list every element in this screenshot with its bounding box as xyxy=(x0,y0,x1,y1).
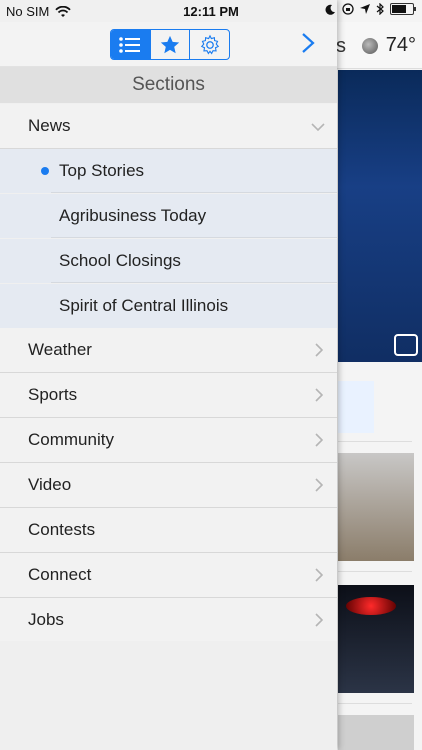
section-label: Contests xyxy=(28,520,96,539)
star-icon xyxy=(160,35,180,53)
weather-widget[interactable]: 74° xyxy=(361,34,416,57)
section-item-jobs[interactable]: Jobs xyxy=(0,598,337,643)
sections-drawer: Sections News Top Stories Agribusiness T… xyxy=(0,0,337,750)
article-thumbnail[interactable] xyxy=(338,715,414,750)
settings-tab[interactable] xyxy=(190,30,229,59)
chevron-right-icon xyxy=(315,613,324,627)
section-item-contests[interactable]: Contests xyxy=(0,508,337,553)
status-bar: No SIM 12:11 PM xyxy=(0,0,422,22)
favorites-tab[interactable] xyxy=(151,30,191,59)
moon-icon xyxy=(325,4,335,15)
section-item-news[interactable]: News xyxy=(0,104,337,149)
divider xyxy=(338,441,412,442)
section-label: Top Stories xyxy=(59,161,145,180)
selected-indicator xyxy=(41,167,49,175)
sections-tab[interactable] xyxy=(111,30,151,59)
section-label: Community xyxy=(28,430,114,449)
location-icon xyxy=(360,4,370,14)
chevron-right-icon xyxy=(315,478,324,492)
moon-icon xyxy=(361,37,378,54)
section-label: Connect xyxy=(28,565,92,584)
section-item-spirit-of-central-illinois[interactable]: Spirit of Central Illinois xyxy=(0,284,337,328)
section-label: Jobs xyxy=(28,610,64,629)
bluetooth-icon xyxy=(376,3,384,15)
section-item-weather[interactable]: Weather xyxy=(0,328,337,373)
section-label: Spirit of Central Illinois xyxy=(59,296,229,315)
section-item-video[interactable]: Video xyxy=(0,463,337,508)
section-label: Weather xyxy=(28,340,92,359)
lock-rotation-icon xyxy=(342,3,354,15)
section-item-agribusiness-today[interactable]: Agribusiness Today xyxy=(0,194,337,238)
article-thumbnail[interactable] xyxy=(338,585,414,693)
hero-video-thumbnail[interactable] xyxy=(338,70,422,362)
section-item-sports[interactable]: Sports xyxy=(0,373,337,418)
chevron-right-icon xyxy=(315,343,324,357)
temperature: 74° xyxy=(385,34,416,56)
section-label: Agribusiness Today xyxy=(59,206,207,225)
chevron-right-icon xyxy=(315,568,324,582)
chevron-right-icon xyxy=(315,433,324,447)
chevron-right-icon xyxy=(302,33,315,53)
section-label: News xyxy=(28,116,71,135)
video-icon xyxy=(394,334,418,356)
close-drawer-button[interactable] xyxy=(296,31,320,55)
section-label: Video xyxy=(28,475,72,494)
section-item-community[interactable]: Community xyxy=(0,418,337,463)
ad-banner[interactable] xyxy=(338,381,374,433)
sections-title: Sections xyxy=(0,67,337,103)
chevron-right-icon xyxy=(315,388,324,402)
section-item-connect[interactable]: Connect xyxy=(0,553,337,598)
list-icon xyxy=(119,36,141,53)
background-title-fragment: s xyxy=(336,35,346,57)
section-label: School Closings xyxy=(59,251,181,270)
drawer-empty-space xyxy=(0,641,337,750)
gear-icon xyxy=(200,34,219,54)
battery-icon xyxy=(390,3,416,15)
section-label: Sports xyxy=(28,385,78,404)
article-thumbnail[interactable] xyxy=(338,453,414,561)
chevron-down-icon xyxy=(311,123,325,132)
divider xyxy=(338,571,412,572)
section-item-top-stories[interactable]: Top Stories xyxy=(0,149,337,193)
divider xyxy=(338,703,412,704)
drawer-header xyxy=(0,22,337,67)
section-item-school-closings[interactable]: School Closings xyxy=(0,239,337,283)
view-segmented-control[interactable] xyxy=(110,29,230,60)
